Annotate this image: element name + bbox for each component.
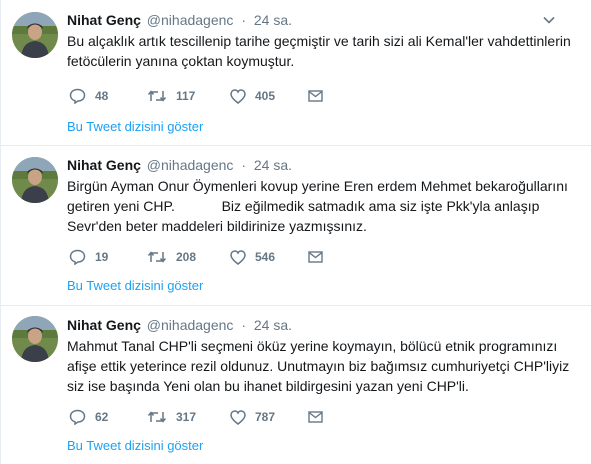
retweet-count: 317	[176, 410, 197, 424]
reply-count: 19	[95, 250, 109, 264]
like-button[interactable]: 787	[230, 407, 275, 427]
tweet-text: Bu alçaklık artık tescillenip tarihe geç…	[67, 33, 571, 69]
tweet[interactable]: Nihat Genç @nihadagenc · 24 sa. Birgün A…	[1, 145, 591, 297]
reply-button[interactable]: 19	[69, 247, 108, 267]
timestamp[interactable]: 24 sa.	[254, 317, 292, 333]
author-name[interactable]: Nihat Genç	[67, 12, 141, 28]
show-thread-link[interactable]: Bu Tweet dizisini göster	[67, 437, 203, 455]
retweet-icon	[147, 89, 167, 103]
like-count: 546	[255, 250, 276, 264]
separator-dot: ·	[241, 317, 246, 333]
like-button[interactable]: 546	[230, 247, 275, 267]
avatar-image	[12, 12, 58, 58]
show-thread-link[interactable]: Bu Tweet dizisini göster	[67, 118, 203, 136]
author-name[interactable]: Nihat Genç	[67, 157, 141, 173]
divider	[1, 305, 591, 306]
avatar-image	[12, 157, 58, 203]
retweet-button[interactable]: 208	[147, 247, 196, 267]
avatar-image	[12, 316, 58, 362]
envelope-icon	[308, 251, 323, 263]
reply-icon	[69, 249, 86, 265]
like-button[interactable]: 405	[230, 86, 275, 106]
separator-dot: ·	[241, 157, 246, 173]
author-name[interactable]: Nihat Genç	[67, 317, 141, 333]
envelope-icon	[308, 90, 323, 102]
tweet-text: Birgün Ayman Onur Öymenleri kovup yerine…	[67, 178, 568, 234]
chevron-down-icon[interactable]	[542, 13, 556, 27]
author-handle[interactable]: @nihadagenc	[147, 157, 234, 173]
heart-icon	[230, 249, 246, 265]
tweet-header: Nihat Genç @nihadagenc · 24 sa.	[67, 315, 292, 335]
tweet[interactable]: Nihat Genç @nihadagenc · 24 sa. Bu alçak…	[1, 0, 591, 152]
show-thread-link[interactable]: Bu Tweet dizisini göster	[67, 277, 203, 295]
timestamp[interactable]: 24 sa.	[254, 157, 292, 173]
separator-dot: ·	[241, 12, 246, 28]
reply-button[interactable]: 48	[69, 86, 108, 106]
retweet-icon	[147, 410, 167, 424]
reply-count: 62	[95, 410, 109, 424]
like-count: 787	[255, 410, 276, 424]
retweet-count: 208	[176, 250, 197, 264]
retweet-button[interactable]: 117	[147, 86, 195, 106]
envelope-icon	[308, 411, 323, 423]
divider	[1, 145, 591, 146]
timestamp[interactable]: 24 sa.	[254, 12, 292, 28]
avatar[interactable]	[12, 157, 58, 203]
direct-message-button[interactable]	[308, 407, 323, 427]
direct-message-button[interactable]	[308, 247, 323, 267]
like-count: 405	[255, 89, 276, 103]
reply-icon	[69, 409, 86, 425]
retweet-icon	[147, 250, 167, 264]
tweet[interactable]: Nihat Genç @nihadagenc · 24 sa. Mahmut T…	[1, 305, 591, 457]
heart-icon	[230, 88, 246, 104]
tweet-header: Nihat Genç @nihadagenc · 24 sa.	[67, 155, 292, 175]
direct-message-button[interactable]	[308, 86, 323, 106]
tweet-header: Nihat Genç @nihadagenc · 24 sa.	[67, 10, 292, 30]
avatar[interactable]	[12, 12, 58, 58]
reply-button[interactable]: 62	[69, 407, 108, 427]
retweet-button[interactable]: 317	[147, 407, 196, 427]
tweet-text: Mahmut Tanal CHP'li seçmeni öküz yerine …	[67, 338, 570, 394]
reply-icon	[69, 88, 86, 104]
retweet-count: 117	[176, 89, 196, 103]
tweet-timeline: Nihat Genç @nihadagenc · 24 sa. Bu alçak…	[0, 0, 591, 464]
author-handle[interactable]: @nihadagenc	[147, 12, 234, 28]
reply-count: 48	[95, 89, 109, 103]
heart-icon	[230, 409, 246, 425]
author-handle[interactable]: @nihadagenc	[147, 317, 234, 333]
avatar[interactable]	[12, 316, 58, 362]
